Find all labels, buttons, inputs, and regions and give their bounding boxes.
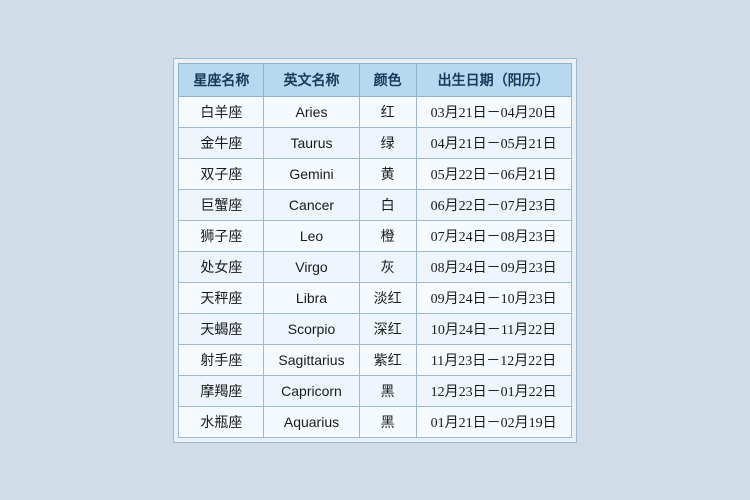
cell-english-name: Leo — [264, 220, 359, 251]
cell-color: 黑 — [359, 406, 416, 437]
cell-chinese-name: 金牛座 — [179, 127, 264, 158]
cell-chinese-name: 白羊座 — [179, 96, 264, 127]
cell-english-name: Aquarius — [264, 406, 359, 437]
cell-dates: 08月24日－09月23日 — [416, 251, 571, 282]
cell-dates: 09月24日－10月23日 — [416, 282, 571, 313]
cell-english-name: Gemini — [264, 158, 359, 189]
header-english-name: 英文名称 — [264, 63, 359, 96]
table-header-row: 星座名称 英文名称 颜色 出生日期（阳历） — [179, 63, 571, 96]
cell-color: 绿 — [359, 127, 416, 158]
cell-color: 橙 — [359, 220, 416, 251]
table-row: 处女座Virgo灰08月24日－09月23日 — [179, 251, 571, 282]
cell-color: 深红 — [359, 313, 416, 344]
cell-dates: 01月21日－02月19日 — [416, 406, 571, 437]
cell-color: 白 — [359, 189, 416, 220]
cell-color: 灰 — [359, 251, 416, 282]
table-row: 狮子座Leo橙07月24日－08月23日 — [179, 220, 571, 251]
header-birth-date: 出生日期（阳历） — [416, 63, 571, 96]
cell-chinese-name: 天蝎座 — [179, 313, 264, 344]
cell-english-name: Libra — [264, 282, 359, 313]
cell-color: 淡红 — [359, 282, 416, 313]
cell-dates: 06月22日－07月23日 — [416, 189, 571, 220]
cell-chinese-name: 水瓶座 — [179, 406, 264, 437]
zodiac-table: 星座名称 英文名称 颜色 出生日期（阳历） 白羊座Aries红03月21日－04… — [178, 63, 571, 438]
cell-chinese-name: 天秤座 — [179, 282, 264, 313]
table-row: 射手座Sagittarius紫红11月23日－12月22日 — [179, 344, 571, 375]
table-row: 天蝎座Scorpio深红10月24日－11月22日 — [179, 313, 571, 344]
cell-color: 黄 — [359, 158, 416, 189]
cell-chinese-name: 处女座 — [179, 251, 264, 282]
cell-english-name: Cancer — [264, 189, 359, 220]
zodiac-table-wrapper: 星座名称 英文名称 颜色 出生日期（阳历） 白羊座Aries红03月21日－04… — [173, 58, 576, 443]
cell-chinese-name: 巨蟹座 — [179, 189, 264, 220]
cell-chinese-name: 摩羯座 — [179, 375, 264, 406]
cell-english-name: Virgo — [264, 251, 359, 282]
cell-chinese-name: 狮子座 — [179, 220, 264, 251]
cell-dates: 11月23日－12月22日 — [416, 344, 571, 375]
table-row: 巨蟹座Cancer白06月22日－07月23日 — [179, 189, 571, 220]
cell-color: 红 — [359, 96, 416, 127]
table-row: 双子座Gemini黄05月22日－06月21日 — [179, 158, 571, 189]
table-row: 金牛座Taurus绿04月21日－05月21日 — [179, 127, 571, 158]
header-chinese-name: 星座名称 — [179, 63, 264, 96]
table-row: 摩羯座Capricorn黑12月23日－01月22日 — [179, 375, 571, 406]
header-color: 颜色 — [359, 63, 416, 96]
cell-dates: 12月23日－01月22日 — [416, 375, 571, 406]
table-row: 白羊座Aries红03月21日－04月20日 — [179, 96, 571, 127]
table-row: 天秤座Libra淡红09月24日－10月23日 — [179, 282, 571, 313]
cell-english-name: Taurus — [264, 127, 359, 158]
cell-english-name: Sagittarius — [264, 344, 359, 375]
cell-color: 紫红 — [359, 344, 416, 375]
table-body: 白羊座Aries红03月21日－04月20日金牛座Taurus绿04月21日－0… — [179, 96, 571, 437]
cell-dates: 03月21日－04月20日 — [416, 96, 571, 127]
cell-english-name: Capricorn — [264, 375, 359, 406]
cell-dates: 07月24日－08月23日 — [416, 220, 571, 251]
cell-color: 黑 — [359, 375, 416, 406]
cell-chinese-name: 双子座 — [179, 158, 264, 189]
cell-chinese-name: 射手座 — [179, 344, 264, 375]
cell-dates: 04月21日－05月21日 — [416, 127, 571, 158]
cell-dates: 10月24日－11月22日 — [416, 313, 571, 344]
cell-dates: 05月22日－06月21日 — [416, 158, 571, 189]
table-row: 水瓶座Aquarius黑01月21日－02月19日 — [179, 406, 571, 437]
cell-english-name: Aries — [264, 96, 359, 127]
cell-english-name: Scorpio — [264, 313, 359, 344]
